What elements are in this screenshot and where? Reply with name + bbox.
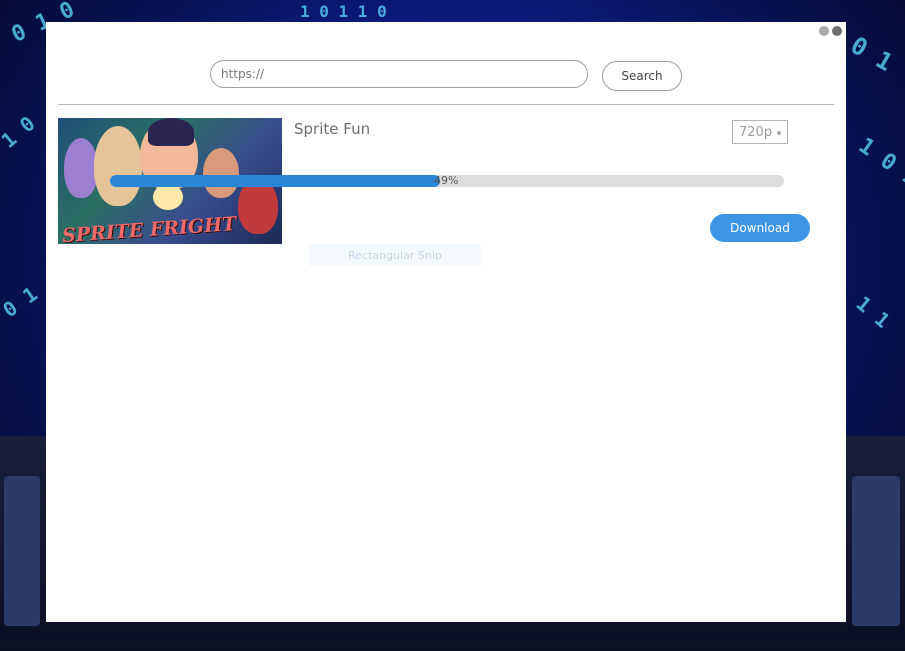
divider [58, 104, 834, 105]
progress-percent: 49% [434, 174, 459, 187]
dropdown-dot-icon [777, 131, 781, 135]
thumbnail-character [94, 126, 142, 206]
binary-decoration: 1 1 [851, 291, 895, 333]
binary-decoration: 0 1 [0, 281, 42, 323]
key-column [4, 476, 40, 626]
download-button[interactable]: Download [710, 214, 810, 242]
thumbnail-character [64, 138, 98, 198]
app-window: Search SPRITE FRIGHT Sprite Fun 720p 49%… [46, 22, 846, 622]
download-progress-fill [110, 175, 441, 187]
window-controls [819, 26, 842, 36]
thumbnail-title: SPRITE FRIGHT [61, 212, 237, 244]
search-button[interactable]: Search [602, 61, 682, 91]
binary-decoration: 1 0 1 [853, 133, 905, 192]
binary-decoration: 0 1 [845, 31, 898, 77]
url-input[interactable] [210, 60, 588, 88]
minimize-icon[interactable] [819, 26, 829, 36]
video-title: Sprite Fun [294, 120, 371, 138]
key-column [852, 476, 900, 626]
binary-decoration: 1 0 1 1 0 [300, 2, 387, 21]
thumbnail-character [148, 118, 194, 146]
quality-select[interactable]: 720p [732, 120, 788, 144]
thumbnail-character [203, 148, 239, 198]
lantern-glow [153, 184, 183, 210]
close-icon[interactable] [832, 26, 842, 36]
quality-value: 720p [739, 124, 773, 140]
binary-decoration: 1 0 [0, 111, 40, 153]
rectangular-snip-tooltip: Rectangular Snip [309, 244, 481, 266]
